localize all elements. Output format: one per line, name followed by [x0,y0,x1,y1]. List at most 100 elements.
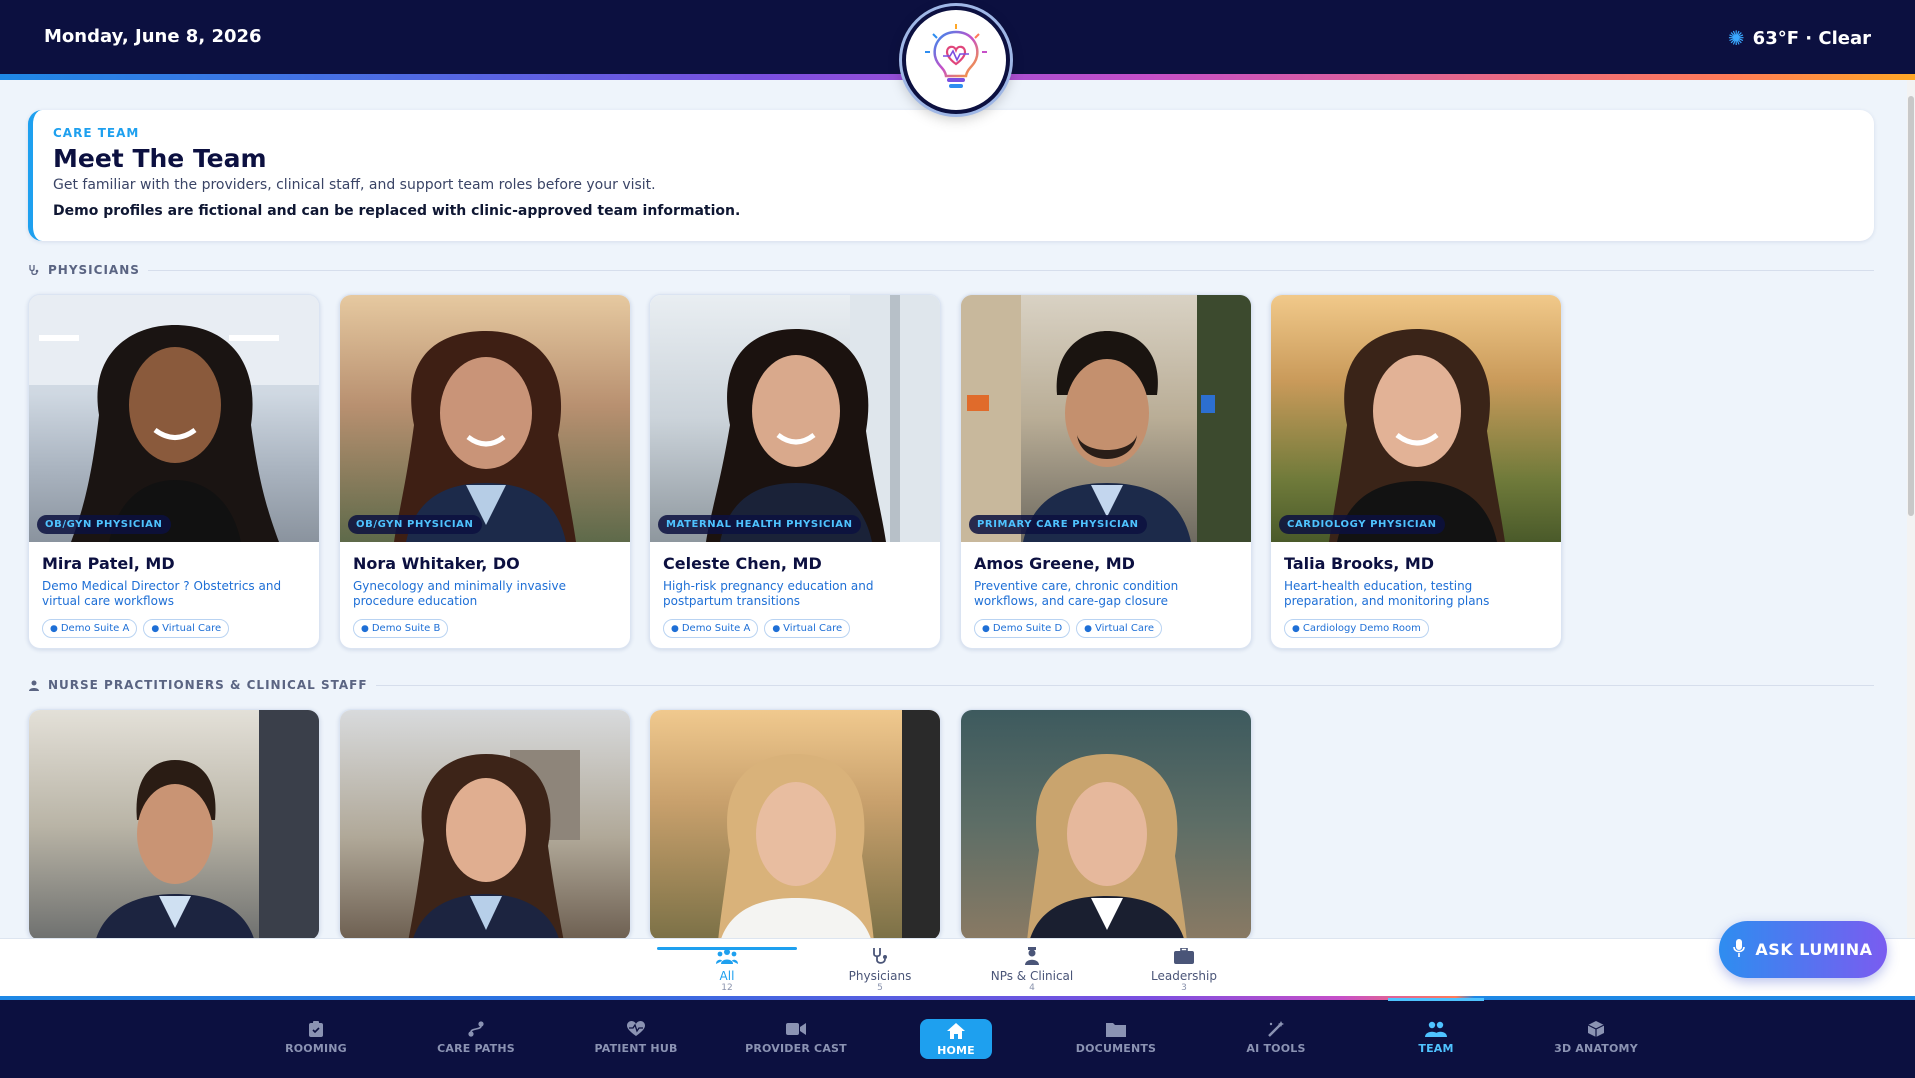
nav-item-care-paths[interactable]: CARE PATHS [411,1020,541,1055]
section-divider [375,684,1874,686]
location-tag: ● Cardiology Demo Room [1284,619,1429,638]
app-logo[interactable] [902,6,1010,114]
sun-icon: ✺ [1727,26,1745,50]
date-display: Monday, June 8, 2026 [44,26,262,47]
provider-description: Preventive care, chronic condition workf… [974,579,1179,608]
location-tag: ● Demo Suite B [353,619,449,638]
filter-tab-all[interactable]: All 12 [657,939,797,997]
microphone-icon [1733,938,1746,961]
pin-icon: ● [1084,623,1093,634]
provider-name: Celeste Chen, MD [663,554,822,573]
filter-tab-physicians[interactable]: Physicians 5 [810,939,950,997]
provider-name: Amos Greene, MD [974,554,1135,573]
physician-card[interactable]: CARDIOLOGY PHYSICIAN Talia Brooks, MD He… [1270,294,1562,649]
filter-count: 12 [721,983,733,993]
home-icon [920,1022,992,1040]
filter-tab-nps-clinical[interactable]: NPs & Clinical 4 [962,939,1102,997]
team-icon [1371,1020,1501,1038]
folder-icon [1051,1020,1181,1038]
provider-description: Gynecology and minimally invasive proced… [353,579,566,608]
intro-note: Demo profiles are fictional and can be r… [53,203,741,219]
filter-label: Leadership [1151,969,1217,983]
location-tag: ● Virtual Care [764,619,851,638]
nav-item-patient-hub[interactable]: PATIENT HUB [571,1020,701,1055]
physician-card[interactable]: MATERNAL HEALTH PHYSICIAN Celeste Chen, … [649,294,941,649]
staff-card[interactable] [28,709,320,941]
nav-label: PROVIDER CAST [745,1042,847,1055]
section-nps-label: NURSE PRACTITIONERS & CLINICAL STAFF [48,678,368,692]
ask-lumina-label: ASK LUMINA [1755,940,1873,959]
section-divider [147,269,1874,271]
weather-text: 63°F · Clear [1752,27,1871,49]
role-badge: MATERNAL HEALTH PHYSICIAN [658,515,861,534]
ask-lumina-button[interactable]: ASK LUMINA [1719,921,1887,978]
role-badge: CARDIOLOGY PHYSICIAN [1279,515,1445,534]
nav-item-team[interactable]: TEAM [1371,1020,1501,1055]
filter-count: 5 [877,983,883,993]
lightbulb-heart-logo [925,24,987,88]
role-badge: PRIMARY CARE PHYSICIAN [969,515,1147,534]
profile-photo [650,710,940,940]
pin-icon: ● [361,623,369,634]
nav-item-provider-cast[interactable]: PROVIDER CAST [731,1020,861,1055]
profile-photo: CARDIOLOGY PHYSICIAN [1271,295,1561,542]
video-icon [731,1020,861,1038]
scrollbar-thumb[interactable] [1908,96,1914,516]
nav-label: CARE PATHS [437,1042,515,1055]
nav-item-3d-anatomy[interactable]: 3D ANATOMY [1531,1020,1661,1055]
role-badge: OB/GYN PHYSICIAN [37,515,171,534]
heart-pulse-icon [571,1020,701,1038]
location-tag: ● Virtual Care [1076,619,1163,638]
pin-icon: ● [982,623,990,634]
nav-item-rooming[interactable]: ROOMING [251,1020,381,1055]
nav-item-documents[interactable]: DOCUMENTS [1051,1020,1181,1055]
nurse-icon [962,945,1102,967]
intro-card: CARE TEAM Meet The Team Get familiar wit… [28,110,1874,241]
filter-count: 3 [1181,983,1187,993]
nav-item-home[interactable]: HOME [920,1019,992,1059]
location-tag: ● Demo Suite D [974,619,1071,638]
profile-photo [961,710,1251,940]
physician-card[interactable]: OB/GYN PHYSICIAN Mira Patel, MD Demo Med… [28,294,320,649]
provider-description: Demo Medical Director ? Obstetrics and v… [42,579,282,608]
pin-icon: ● [1292,623,1300,634]
filter-label: All [719,969,735,983]
section-physicians-header: PHYSICIANS [28,260,1874,280]
location-tag: ● Demo Suite A [663,619,759,638]
briefcase-icon [1114,945,1254,967]
profile-photo [29,710,319,940]
filter-label: Physicians [848,969,912,983]
team-filter-bar: All 12 Physicians 5 NPs & Clinical 4 Lea… [0,938,1915,996]
page-title: Meet The Team [53,144,267,173]
profile-photo: MATERNAL HEALTH PHYSICIAN [650,295,940,542]
nav-label: TEAM [1418,1042,1454,1055]
nav-label: ROOMING [285,1042,347,1055]
nav-label: AI TOOLS [1246,1042,1306,1055]
clipboard-icon [251,1020,381,1038]
profile-photo: OB/GYN PHYSICIAN [340,295,630,542]
staff-card[interactable] [960,709,1252,941]
physician-card[interactable]: PRIMARY CARE PHYSICIAN Amos Greene, MD P… [960,294,1252,649]
location-tag: ● Virtual Care [143,619,230,638]
nav-item-ai-tools[interactable]: AI TOOLS [1211,1020,1341,1055]
filter-label: NPs & Clinical [990,969,1074,983]
staff-card[interactable] [339,709,631,941]
pin-icon: ● [151,623,160,634]
nav-label: 3D ANATOMY [1554,1042,1638,1055]
nav-label: DOCUMENTS [1075,1042,1157,1055]
physician-card[interactable]: OB/GYN PHYSICIAN Nora Whitaker, DO Gynec… [339,294,631,649]
pin-icon: ● [671,623,679,634]
nurse-icon [28,679,40,691]
profile-photo: OB/GYN PHYSICIAN [29,295,319,542]
filter-tab-leadership[interactable]: Leadership 3 [1114,939,1254,997]
pin-icon: ● [772,623,781,634]
nav-label: HOME [937,1044,975,1057]
active-tab-indicator [657,947,797,950]
nav-gradient-stripe [0,996,1915,1000]
provider-name: Nora Whitaker, DO [353,554,520,573]
team-active-indicator [1388,998,1484,1001]
staff-card[interactable] [649,709,941,941]
filter-count: 4 [1029,983,1035,993]
provider-name: Talia Brooks, MD [1284,554,1435,573]
cube-icon [1531,1020,1661,1038]
